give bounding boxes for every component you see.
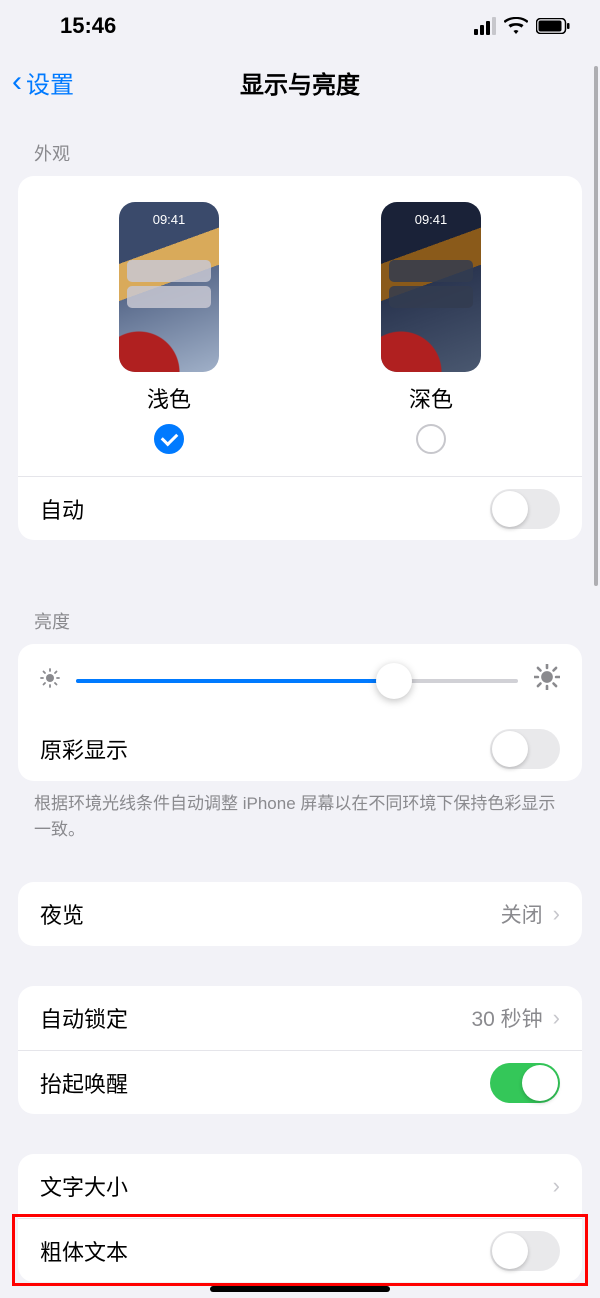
- battery-icon: [536, 18, 570, 34]
- dark-label: 深色: [409, 382, 453, 414]
- home-indicator: [210, 1286, 390, 1292]
- brightness-slider-row: [18, 644, 582, 717]
- true-tone-note: 根据环境光线条件自动调整 iPhone 屏幕以在不同环境下保持色彩显示一致。: [0, 781, 600, 842]
- automatic-toggle[interactable]: [490, 489, 560, 529]
- chevron-right-icon: ›: [553, 1173, 560, 1199]
- night-shift-group: 夜览 关闭 ›: [18, 882, 582, 946]
- text-group: 文字大小 › 粗体文本: [18, 1154, 582, 1282]
- appearance-group: 09:41 浅色 09:41 深色 自动: [18, 176, 582, 540]
- brightness-group: 原彩显示: [18, 644, 582, 781]
- brightness-header: 亮度: [0, 580, 600, 644]
- lock-group: 自动锁定 30 秒钟 › 抬起唤醒: [18, 986, 582, 1114]
- auto-lock-label: 自动锁定: [40, 1002, 128, 1034]
- status-bar: 15:46: [0, 0, 600, 52]
- bold-text-row: 粗体文本: [18, 1218, 582, 1282]
- bold-text-label: 粗体文本: [40, 1235, 128, 1267]
- navigation-bar: ‹ 设置 显示与亮度: [0, 52, 600, 112]
- light-mode-preview: 09:41: [119, 202, 219, 372]
- dark-radio[interactable]: [416, 424, 446, 454]
- dark-mode-preview: 09:41: [381, 202, 481, 372]
- light-label: 浅色: [147, 382, 191, 414]
- true-tone-label: 原彩显示: [40, 733, 128, 765]
- night-shift-value: 关闭: [501, 899, 543, 929]
- brightness-slider-thumb[interactable]: [376, 663, 412, 699]
- true-tone-toggle[interactable]: [490, 729, 560, 769]
- text-size-row[interactable]: 文字大小 ›: [18, 1154, 582, 1218]
- status-right: [474, 17, 570, 35]
- night-shift-row[interactable]: 夜览 关闭 ›: [18, 882, 582, 946]
- sun-small-icon: [40, 668, 60, 694]
- back-label: 设置: [26, 65, 74, 100]
- text-size-label: 文字大小: [40, 1170, 128, 1202]
- cellular-signal-icon: [474, 17, 496, 35]
- raise-to-wake-label: 抬起唤醒: [40, 1067, 128, 1099]
- night-shift-label: 夜览: [40, 898, 84, 930]
- back-button[interactable]: ‹ 设置: [12, 65, 74, 100]
- appearance-option-dark[interactable]: 09:41 深色: [381, 202, 481, 454]
- chevron-right-icon: ›: [553, 901, 560, 927]
- brightness-slider[interactable]: [76, 679, 518, 683]
- auto-lock-value: 30 秒钟: [471, 1003, 542, 1033]
- automatic-label: 自动: [40, 493, 84, 525]
- auto-lock-row[interactable]: 自动锁定 30 秒钟 ›: [18, 986, 582, 1050]
- wifi-icon: [504, 17, 528, 35]
- appearance-option-light[interactable]: 09:41 浅色: [119, 202, 219, 454]
- scroll-indicator: [594, 66, 598, 586]
- appearance-header: 外观: [0, 112, 600, 176]
- raise-to-wake-toggle[interactable]: [490, 1063, 560, 1103]
- status-time: 15:46: [60, 13, 116, 39]
- light-radio[interactable]: [154, 424, 184, 454]
- true-tone-row: 原彩显示: [18, 717, 582, 781]
- chevron-right-icon: ›: [553, 1005, 560, 1031]
- sun-large-icon: [534, 664, 560, 697]
- chevron-left-icon: ‹: [12, 67, 22, 97]
- automatic-appearance-row: 自动: [18, 476, 582, 540]
- page-title: 显示与亮度: [0, 65, 600, 100]
- bold-text-toggle[interactable]: [490, 1231, 560, 1271]
- raise-to-wake-row: 抬起唤醒: [18, 1050, 582, 1114]
